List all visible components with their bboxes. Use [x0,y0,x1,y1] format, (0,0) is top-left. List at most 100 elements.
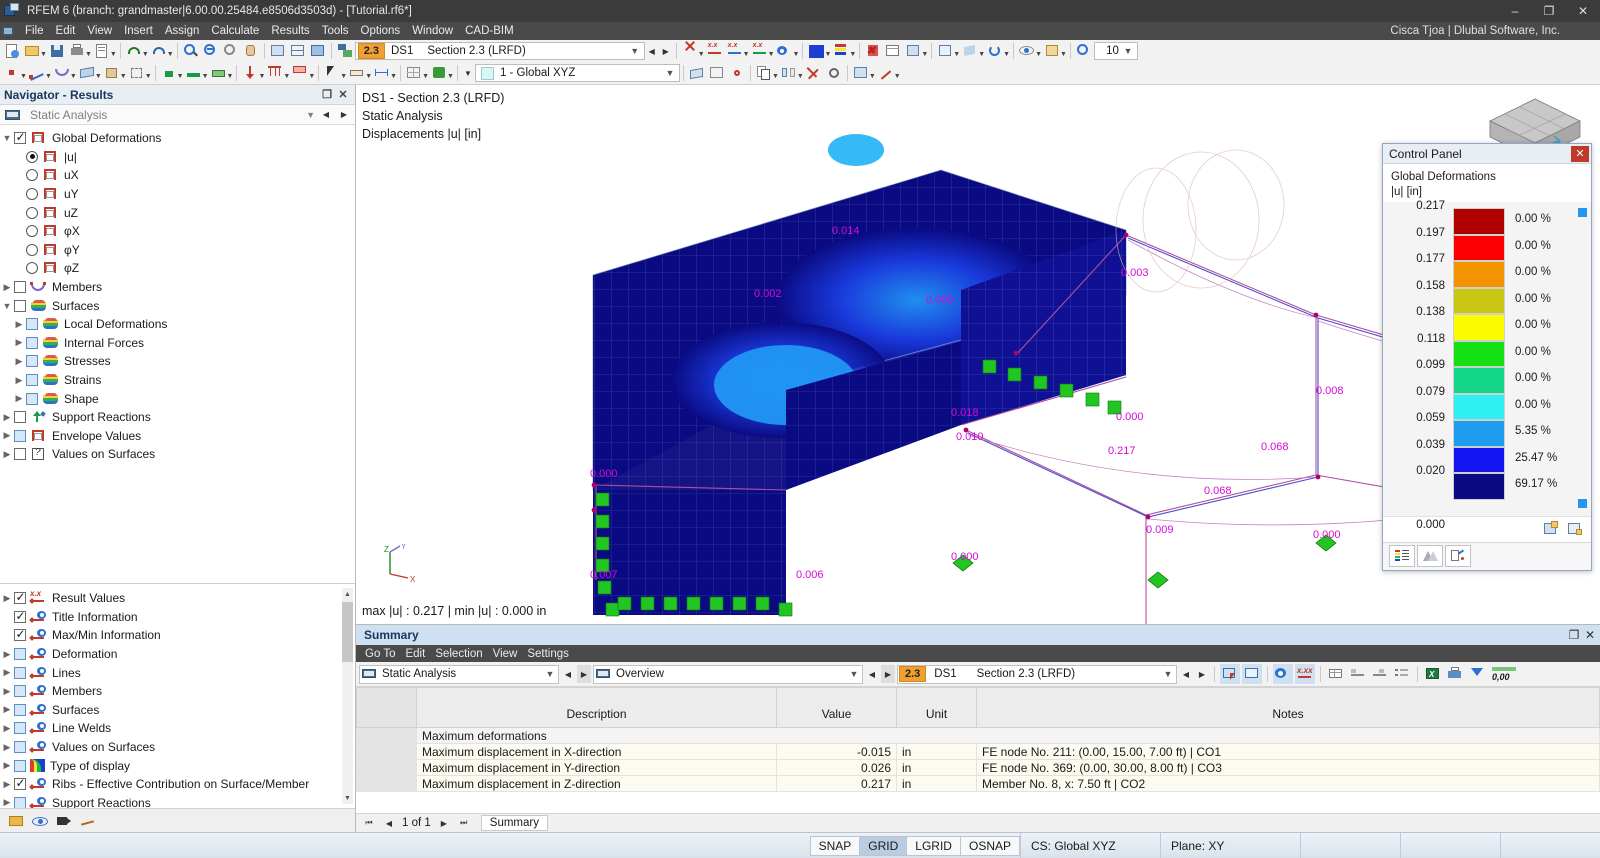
visibility-icon[interactable] [1017,41,1037,61]
navigator-analysis-prev-button[interactable]: ◀ [319,106,333,124]
result-values-toggle-icon[interactable]: x.x [725,41,745,61]
pager-last-button[interactable]: ⏭ [457,816,471,831]
load-nodal-icon[interactable] [240,63,260,83]
tree-item-internal-forces[interactable]: ▶ Internal Forces [0,334,355,353]
summary-view-next-button[interactable]: ▶ [881,665,895,683]
tree-item-strains[interactable]: ▶ Strains [0,371,355,390]
summary-chart-icon[interactable] [1348,664,1368,684]
tab-scale-factor[interactable] [1417,545,1443,567]
navigator-analysis-next-button[interactable]: ▶ [337,106,351,124]
tree-item-members[interactable]: ▶ Members [0,278,355,297]
printout-report-icon[interactable] [92,41,112,61]
graphic-printout-icon[interactable] [903,41,923,61]
new-surface-icon[interactable] [77,63,97,83]
zoom-previous-icon[interactable] [221,41,241,61]
rotate-view-icon[interactable] [985,41,1005,61]
display-option-lines[interactable]: ▶ Lines [0,663,355,682]
render-shaded-icon[interactable] [268,41,288,61]
tree-item-x[interactable]: φX [0,222,355,241]
delete-all-results-icon[interactable]: ✖ [863,41,883,61]
summary-select-in-graphic-icon[interactable] [1220,664,1240,684]
display-option-max-min-information-checkbox[interactable] [14,627,26,642]
line-support-icon[interactable] [184,63,204,83]
summary-analysis-combo[interactable]: Static Analysis ▼ [359,664,559,684]
result-diagram-icon[interactable]: x.x [705,41,725,61]
zoom-level-chevron-down-icon[interactable]: ▼ [1121,46,1135,56]
display-option-members-checkbox[interactable] [14,685,26,698]
table-row[interactable]: Maximum displacement in X-direction -0.01… [356,743,1600,760]
tree-item-stresses[interactable]: ▶ Stresses [0,352,355,371]
summary-close-icon[interactable]: ✕ [1582,628,1598,642]
menu-options[interactable]: Options [355,24,407,38]
summary-export-excel-icon[interactable]: X [1423,664,1443,684]
chevron-right-icon[interactable]: ▶ [0,723,14,734]
display-option-title-information[interactable]: Title Information [0,608,355,627]
model-viewport-3d[interactable]: DS1 - Section 2.3 (LRFD) Static Analysis… [356,85,1600,624]
display-option-ribs-effective-contribution-on-surface-member[interactable]: ▶ Ribs - Effective Contribution on Surfac… [0,775,355,794]
column-header-value[interactable]: Value [776,687,897,728]
summary-menu-edit[interactable]: Edit [400,648,430,660]
summary-table-grid-icon[interactable] [1326,664,1346,684]
legend-color-swatch[interactable] [1453,367,1505,394]
chevron-right-icon[interactable]: ▶ [0,412,14,423]
menu-cad-bim[interactable]: CAD-BIM [459,24,520,38]
legend-color-swatch[interactable] [1453,340,1505,367]
chevron-right-icon[interactable]: ▶ [0,686,14,697]
tree-item-global-deformations-checkbox[interactable] [14,130,26,145]
column-header-index[interactable] [356,687,417,728]
navigator-view-icon[interactable] [30,811,50,831]
navigator-model-icon[interactable] [6,811,26,831]
close-button[interactable]: ✕ [1566,0,1600,22]
summary-analysis-prev-button[interactable]: ◀ [561,665,575,683]
delete-results-icon[interactable] [680,41,700,61]
column-header-description[interactable]: Description [416,687,777,728]
chevron-right-icon[interactable]: ▶ [12,375,26,386]
chevron-down-icon[interactable]: ▼ [0,133,14,143]
summary-view-chevron-down-icon[interactable]: ▼ [846,669,862,679]
tree-item-uz[interactable]: uZ [0,203,355,222]
scroll-up-arrow-icon[interactable]: ▲ [342,588,353,600]
legend-color-swatch[interactable] [1453,287,1505,314]
zoom-factor-icon[interactable] [1074,41,1094,61]
menu-file[interactable]: File [19,24,50,38]
color-scale-icon[interactable] [831,41,851,61]
render-solid-icon[interactable] [308,41,328,61]
chevron-right-icon[interactable]: ▶ [12,319,26,330]
load-line-icon[interactable] [265,63,285,83]
chevron-right-icon[interactable]: ▶ [0,667,14,678]
zoom-all-icon[interactable] [181,41,201,61]
result-smoothing-icon[interactable]: x.x [750,41,770,61]
snap-settings-icon[interactable] [727,63,747,83]
display-option-title-information-checkbox[interactable] [14,609,26,623]
pager-summary-tab[interactable]: Summary [480,815,548,831]
tree-item-uz-radio[interactable] [26,206,38,219]
display-option-result-values[interactable]: ▶ x.x Result Values [0,589,355,608]
summary-analysis-chevron-down-icon[interactable]: ▼ [542,669,558,679]
legend-edit-icon[interactable] [1541,519,1561,539]
chevron-right-icon[interactable]: ▶ [12,393,26,404]
chevron-right-icon[interactable]: ▶ [0,797,14,808]
tree-item-envelope-values-checkbox[interactable] [14,429,26,442]
summary-menu-selection[interactable]: Selection [430,648,487,660]
chevron-right-icon[interactable]: ▶ [0,282,14,293]
menu-view[interactable]: View [81,24,118,38]
display-option-support-reactions-checkbox[interactable] [14,796,26,808]
zoom-level-combo[interactable]: 10 ▼ [1093,42,1138,60]
view-iso-icon[interactable] [960,41,980,61]
display-option-result-values-checkbox[interactable] [14,590,26,605]
tree-item-stresses-checkbox[interactable] [26,355,38,368]
table-view-icon[interactable] [883,41,903,61]
tree-item-surfaces[interactable]: ▼ Surfaces [0,296,355,315]
display-option-max-min-information[interactable]: Max/Min Information [0,626,355,645]
navigator-pen-icon[interactable] [78,811,98,831]
snap-toggle-grid[interactable]: GRID [859,835,908,856]
undo-icon[interactable] [124,41,144,61]
tree-item-local-deformations[interactable]: ▶ Local Deformations [0,315,355,334]
summary-list-icon[interactable] [1392,664,1412,684]
menu-calculate[interactable]: Calculate [205,24,265,38]
display-option-members[interactable]: ▶ Members [0,682,355,701]
legend-color-swatch[interactable] [1453,314,1505,341]
tab-color-spectrum[interactable] [1389,545,1415,567]
summary-view-combo[interactable]: Overview ▼ [593,664,863,684]
pager-prev-button[interactable]: ◀ [382,816,396,831]
